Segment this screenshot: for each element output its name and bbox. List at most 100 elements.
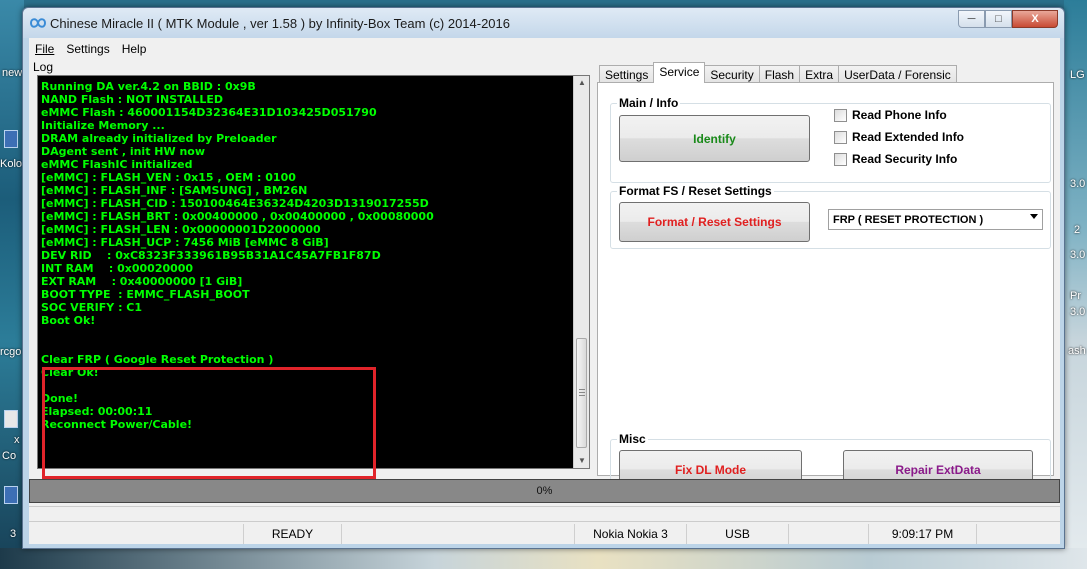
desktop-label: Kolo [0, 158, 23, 170]
desktop-label: Co [2, 450, 17, 462]
progress-bar: 0% [29, 479, 1060, 503]
log-line: SOC VERIFY : C1 [41, 301, 143, 314]
log-line: eMMC Flash : 460001154D32364E31D103425D0… [41, 106, 377, 119]
log-output[interactable]: Running DA ver.4.2 on BBID : 0x9B NAND Fl… [37, 75, 590, 479]
desktop-label: ash [1068, 345, 1086, 357]
checkbox-box [834, 152, 847, 166]
status-bar: READY Nokia Nokia 3 USB 9:09:17 PM [29, 524, 1060, 544]
tab-service[interactable]: Service [653, 62, 706, 83]
desktop-label: x [14, 434, 20, 446]
desktop-file-icon[interactable] [4, 130, 18, 148]
scroll-thumb[interactable] [576, 338, 587, 448]
read-phone-info-checkbox[interactable]: Read Phone Info [834, 108, 947, 122]
log-line: NAND Flash : NOT INSTALLED [41, 93, 223, 106]
desktop-label: 3.0 [1070, 178, 1086, 190]
tab-flash[interactable]: Flash [758, 65, 801, 83]
desktop-label: new [2, 67, 23, 79]
grip-line [579, 389, 585, 390]
log-line: Running DA ver.4.2 on BBID : 0x9B [41, 80, 256, 93]
desktop-label: 3 [10, 528, 17, 540]
grip-line [579, 395, 585, 396]
log-line: [eMMC] : FLASH_UCP : 7456 MiB [eMMC 8 Gi… [41, 236, 329, 249]
checkbox-box [834, 130, 847, 144]
status-cell-empty [29, 524, 244, 544]
read-security-info-checkbox[interactable]: Read Security Info [834, 152, 957, 166]
log-line: INT RAM : 0x00020000 [41, 262, 194, 275]
format-reset-button[interactable]: Format / Reset Settings [619, 202, 810, 242]
misc-title: Misc [617, 432, 648, 446]
menu-help[interactable]: Help [116, 40, 153, 58]
tab-settings[interactable]: Settings [599, 65, 655, 83]
maximize-button[interactable]: □ [985, 10, 1012, 28]
format-fs-group: Format FS / Reset Settings Format / Rese… [610, 184, 1051, 249]
desktop-label: 2 [1074, 224, 1081, 236]
checkbox-label: Read Phone Info [852, 108, 947, 122]
grip-line [579, 392, 585, 393]
frp-result-highlight [42, 367, 376, 479]
menu-bar: File Settings Help [29, 40, 152, 58]
tab-userdata-forensic[interactable]: UserData / Forensic [838, 65, 957, 83]
app-window: Chinese Miracle II ( MTK Module , ver 1.… [22, 7, 1065, 549]
log-line: DEV RID : 0xC8323F333961B95B31A1C45A7FB1… [41, 249, 381, 262]
dropdown-arrow-icon [1030, 214, 1038, 219]
desktop-label: rcgo [0, 346, 22, 358]
log-line: [eMMC] : FLASH_CID : 150100464E36324D420… [41, 197, 429, 210]
log-line: Boot Ok! [41, 314, 96, 327]
desktop-label: LG [1070, 69, 1085, 81]
log-line: [eMMC] : FLASH_INF : [SAMSUNG] , BM26N [41, 184, 308, 197]
minimize-button[interactable]: ─ [958, 10, 985, 28]
progress-label: 0% [536, 485, 553, 497]
tab-extra[interactable]: Extra [799, 65, 840, 83]
read-extended-info-checkbox[interactable]: Read Extended Info [834, 130, 964, 144]
desktop-file-icon[interactable] [4, 486, 18, 504]
tab-security[interactable]: Security [704, 65, 760, 83]
format-fs-title: Format FS / Reset Settings [617, 184, 774, 198]
log-line: eMMC FlashIC initialized [41, 158, 193, 171]
log-scrollbar[interactable]: ▲ ▼ [573, 76, 589, 468]
log-line: Clear FRP ( Google Reset Protection ) [41, 353, 274, 366]
close-button[interactable]: X [1012, 10, 1058, 28]
log-line: DRAM already initialized by Preloader [41, 132, 277, 145]
secondary-strip [29, 506, 1060, 522]
menu-settings[interactable]: Settings [60, 40, 115, 58]
tab-strip: Settings Service Security Flash Extra Us… [599, 62, 957, 83]
log-line: BOOT TYPE : EMMC_FLASH_BOOT [41, 288, 250, 301]
log-line: EXT RAM : 0x40000000 [1 GiB] [41, 275, 243, 288]
menu-settings-label: Settings [66, 42, 110, 56]
checkbox-label: Read Extended Info [852, 130, 965, 144]
status-time: 9:09:17 PM [869, 524, 977, 544]
infinity-logo-icon [29, 18, 47, 28]
identify-button[interactable]: Identify [619, 115, 810, 162]
main-info-title: Main / Info [617, 96, 681, 110]
log-line: DAgent sent , init HW now [41, 145, 206, 158]
main-info-group: Main / Info Identify Read Phone Info Rea… [610, 96, 1051, 183]
status-cell-empty [977, 524, 1060, 544]
log-line: [eMMC] : FLASH_BRT : 0x00400000 , 0x0040… [41, 210, 434, 223]
log-line: [eMMC] : FLASH_LEN : 0x00000001D2000000 [41, 223, 321, 236]
window-title: Chinese Miracle II ( MTK Module , ver 1.… [50, 16, 511, 31]
desktop-right [1064, 0, 1087, 569]
desktop-file-icon[interactable] [4, 410, 18, 428]
checkbox-label: Read Security Info [852, 152, 958, 166]
select-value: FRP ( RESET PROTECTION ) [833, 213, 984, 226]
title-bar[interactable]: Chinese Miracle II ( MTK Module , ver 1.… [23, 8, 1064, 38]
menu-file[interactable]: File [29, 40, 60, 58]
status-state: READY [244, 524, 342, 544]
status-port: USB [687, 524, 789, 544]
log-label: Log [33, 60, 54, 74]
desktop-label: 3.0 [1070, 306, 1086, 318]
desktop-label: 3.0 [1070, 249, 1086, 261]
log-line: [eMMC] : FLASH_VEN : 0x15 , OEM : 0100 [41, 171, 296, 184]
desktop-left [0, 0, 24, 569]
reset-type-select[interactable]: FRP ( RESET PROTECTION ) [828, 209, 1043, 230]
service-panel: Main / Info Identify Read Phone Info Rea… [597, 82, 1054, 499]
scroll-up-icon[interactable]: ▲ [577, 78, 587, 88]
log-line: Initialize Memory ... [41, 119, 165, 132]
status-device: Nokia Nokia 3 [575, 524, 687, 544]
menu-help-label: Help [121, 42, 147, 56]
desktop-label: Pr [1070, 290, 1081, 302]
scroll-down-icon[interactable]: ▼ [577, 456, 587, 466]
desktop-bottom [0, 548, 1087, 569]
